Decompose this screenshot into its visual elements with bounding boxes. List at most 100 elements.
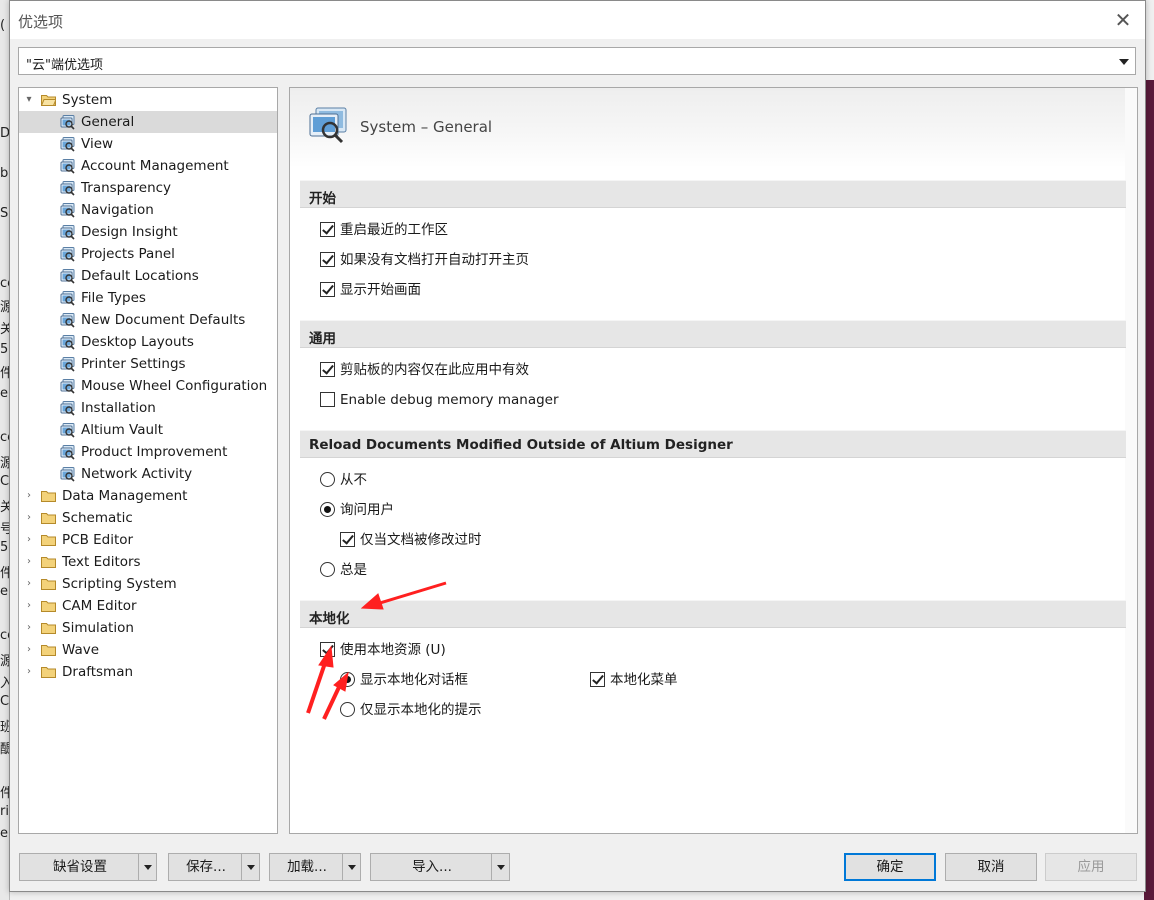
tree-item-label: Projects Panel — [81, 246, 175, 262]
tree-item-label: CAM Editor — [62, 598, 137, 614]
settings-page-icon — [60, 136, 76, 152]
tree-item-label: Printer Settings — [81, 356, 186, 372]
cancel-button[interactable]: 取消 — [945, 853, 1037, 881]
button-label: 缺省设置 — [53, 859, 107, 875]
tree-item-altium-vault[interactable]: Altium Vault — [19, 419, 277, 441]
radio-circle[interactable] — [340, 672, 355, 687]
tree-item-design-insight[interactable]: Design Insight — [19, 221, 277, 243]
checkbox-box[interactable] — [320, 642, 335, 657]
defaults-button[interactable]: 缺省设置 — [19, 853, 157, 881]
settings-page-icon — [60, 334, 76, 350]
dropdown-arrow-icon[interactable] — [138, 854, 156, 880]
checkbox-box[interactable] — [340, 532, 355, 547]
expand-arrow-icon[interactable]: › — [23, 595, 35, 617]
expand-arrow-icon[interactable]: › — [23, 617, 35, 639]
background-fragment: 5 — [0, 540, 9, 555]
tree-item-text-editors[interactable]: › Text Editors — [19, 551, 277, 573]
option-label: Enable debug memory manager — [340, 392, 559, 408]
preferences-dialog: 优选项 ✕ "云"端优选项 ▾ System General View Accoun… — [9, 0, 1146, 892]
background-fragment: 5 — [0, 342, 9, 357]
checkbox-box[interactable] — [320, 252, 335, 267]
expand-arrow-icon[interactable]: › — [23, 529, 35, 551]
scrollbar-track[interactable] — [1125, 88, 1137, 833]
tree-item-desktop-layouts[interactable]: Desktop Layouts — [19, 331, 277, 353]
section-start: 开始 — [300, 180, 1126, 208]
section-general: 通用 — [300, 320, 1126, 348]
panel-title: System – General — [360, 118, 493, 136]
tree-item-installation[interactable]: Installation — [19, 397, 277, 419]
apply-button[interactable]: 应用 — [1045, 853, 1137, 881]
tree-item-navigation[interactable]: Navigation — [19, 199, 277, 221]
section-reload: Reload Documents Modified Outside of Alt… — [300, 430, 1126, 458]
tree-item-default-locations[interactable]: Default Locations — [19, 265, 277, 287]
settings-page-icon — [60, 378, 76, 394]
tree-item-product-improvement[interactable]: Product Improvement — [19, 441, 277, 463]
tree-item-general[interactable]: General — [19, 111, 277, 133]
option-label: 本地化菜单 — [610, 672, 678, 688]
expand-arrow-icon[interactable]: › — [23, 573, 35, 595]
settings-page-icon — [60, 400, 76, 416]
preferences-tree[interactable]: ▾ System General View Account Management Tr… — [18, 87, 278, 834]
section-label: 本地化 — [309, 611, 350, 627]
expand-arrow-icon[interactable]: › — [23, 551, 35, 573]
tree-item-label: Altium Vault — [81, 422, 164, 438]
preferences-scope-dropdown[interactable]: "云"端优选项 — [18, 47, 1136, 75]
expand-arrow-icon[interactable]: › — [23, 639, 35, 661]
load-button[interactable]: 加载... — [269, 853, 361, 881]
dropdown-arrow-icon[interactable] — [342, 854, 360, 880]
tree-item-view[interactable]: View — [19, 133, 277, 155]
tree-item-draftsman[interactable]: › Draftsman — [19, 661, 277, 683]
checkbox-box[interactable] — [590, 672, 605, 687]
tree-item-system[interactable]: ▾ System — [19, 89, 277, 111]
expand-arrow-icon[interactable]: › — [23, 661, 35, 683]
radio-circle[interactable] — [320, 502, 335, 517]
settings-page-icon — [60, 290, 76, 306]
tree-item-scripting-system[interactable]: › Scripting System — [19, 573, 277, 595]
tree-item-printer-settings[interactable]: Printer Settings — [19, 353, 277, 375]
tree-item-pcb-editor[interactable]: › PCB Editor — [19, 529, 277, 551]
tree-item-new-document-defaults[interactable]: New Document Defaults — [19, 309, 277, 331]
panel-header: System – General — [290, 88, 1137, 168]
tree-item-label: Product Improvement — [81, 444, 228, 460]
folder-icon — [41, 578, 56, 590]
settings-page-icon — [60, 466, 76, 482]
dropdown-arrow-icon[interactable] — [241, 854, 259, 880]
checkbox-box[interactable] — [320, 222, 335, 237]
folder-icon — [41, 622, 56, 634]
expand-arrow-icon[interactable]: › — [23, 507, 35, 529]
tree-item-network-activity[interactable]: Network Activity — [19, 463, 277, 485]
radio-circle[interactable] — [320, 562, 335, 577]
chevron-down-icon[interactable] — [1119, 59, 1129, 65]
tree-item-file-types[interactable]: File Types — [19, 287, 277, 309]
tree-item-cam-editor[interactable]: › CAM Editor — [19, 595, 277, 617]
tree-item-schematic[interactable]: › Schematic — [19, 507, 277, 529]
tree-item-simulation[interactable]: › Simulation — [19, 617, 277, 639]
tree-item-label: New Document Defaults — [81, 312, 246, 328]
save-button[interactable]: 保存... — [168, 853, 260, 881]
ok-button[interactable]: 确定 — [844, 853, 936, 881]
import-button[interactable]: 导入... — [370, 853, 510, 881]
checkbox-box[interactable] — [320, 392, 335, 407]
radio-circle[interactable] — [320, 472, 335, 487]
settings-page-icon — [60, 444, 76, 460]
tree-item-mouse-wheel-configuration[interactable]: Mouse Wheel Configuration — [19, 375, 277, 397]
settings-page-icon — [60, 268, 76, 284]
tree-item-account-management[interactable]: Account Management — [19, 155, 277, 177]
settings-page-icon — [60, 312, 76, 328]
folder-icon — [41, 534, 56, 546]
tree-item-label: Scripting System — [62, 576, 177, 592]
expand-arrow-icon[interactable]: › — [23, 485, 35, 507]
dropdown-arrow-icon[interactable] — [491, 854, 509, 880]
radio-circle[interactable] — [340, 702, 355, 717]
close-button[interactable]: ✕ — [1109, 7, 1137, 33]
tree-item-data-management[interactable]: › Data Management — [19, 485, 277, 507]
tree-item-projects-panel[interactable]: Projects Panel — [19, 243, 277, 265]
tree-item-wave[interactable]: › Wave — [19, 639, 277, 661]
option-label: 总是 — [340, 562, 367, 578]
background-fragment: ( — [0, 18, 6, 33]
expand-arrow-icon[interactable]: ▾ — [23, 89, 35, 111]
option-label: 使用本地资源 (U) — [340, 642, 446, 658]
checkbox-box[interactable] — [320, 362, 335, 377]
checkbox-box[interactable] — [320, 282, 335, 297]
tree-item-transparency[interactable]: Transparency — [19, 177, 277, 199]
